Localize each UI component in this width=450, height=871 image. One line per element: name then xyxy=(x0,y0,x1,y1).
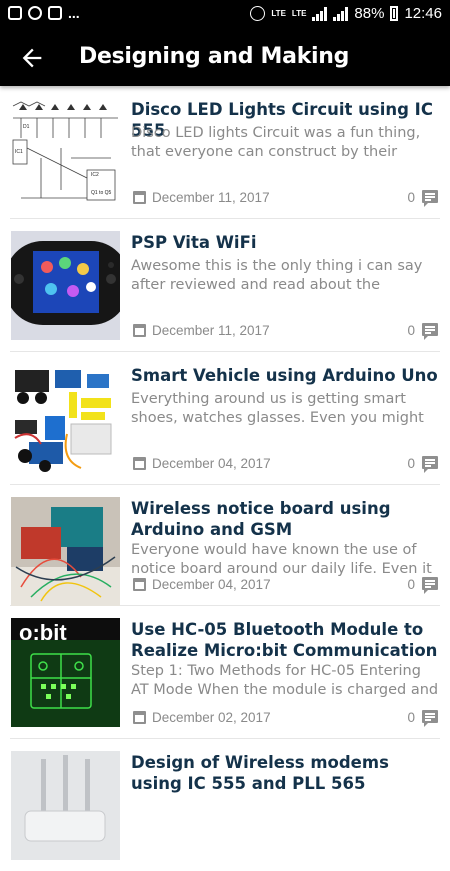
article-date: December 11, 2017 xyxy=(152,323,270,338)
calendar-icon xyxy=(133,711,146,724)
article-item[interactable]: o:bit Use HC-05 Bluetooth Module to Real… xyxy=(10,606,440,739)
calendar-icon xyxy=(133,191,146,204)
calendar-icon xyxy=(133,324,146,337)
article-thumbnail: IC1 IC2 Q1 to Q5 D1 xyxy=(11,98,120,207)
svg-text:Q1 to Q5: Q1 to Q5 xyxy=(91,190,112,196)
calendar-icon xyxy=(133,457,146,470)
article-meta: December 04, 2017 0 xyxy=(131,455,441,473)
article-title[interactable]: Smart Vehicle using Arduino Uno xyxy=(131,365,441,386)
article-item[interactable]: IC1 IC2 Q1 to Q5 D1 Disco LED Lights Circu… xyxy=(10,86,440,219)
article-list: IC1 IC2 Q1 to Q5 D1 Disco LED Lights Circu… xyxy=(0,86,450,871)
comment-count: 0 xyxy=(407,577,415,592)
svg-text:D1: D1 xyxy=(23,124,30,130)
page-title: Designing and Making xyxy=(79,44,350,69)
network-label: LTE xyxy=(291,8,307,18)
article-date: December 04, 2017 xyxy=(152,456,271,471)
article-title[interactable]: Wireless notice board using Arduino and … xyxy=(131,498,441,540)
back-arrow-icon[interactable] xyxy=(18,44,46,72)
article-item[interactable]: Design of Wireless modems using IC 555 a… xyxy=(10,739,440,871)
svg-text:o:bit: o:bit xyxy=(19,620,67,645)
article-title[interactable]: PSP Vita WiFi xyxy=(131,232,441,253)
article-thumbnail xyxy=(11,497,120,606)
volte-label: LTE xyxy=(271,8,286,18)
article-date: December 04, 2017 xyxy=(152,577,271,592)
article-excerpt: Step 1: Two Methods for HC-05 Entering A… xyxy=(131,663,439,698)
svg-text:IC1: IC1 xyxy=(15,149,23,155)
comment-icon[interactable] xyxy=(422,577,438,594)
svg-text:IC2: IC2 xyxy=(91,172,99,178)
comment-count: 0 xyxy=(407,323,415,338)
article-excerpt: Awesome this is the only thing i can say… xyxy=(131,258,423,293)
article-title[interactable]: Design of Wireless modems using IC 555 a… xyxy=(131,752,441,794)
article-excerpt: Everyone would have known the use of not… xyxy=(131,542,432,577)
comment-icon[interactable] xyxy=(422,710,438,727)
article-excerpt: Disco LED lights Circuit was a fun thing… xyxy=(131,125,421,160)
article-meta: December 11, 2017 0 xyxy=(131,322,441,340)
article-item[interactable]: Smart Vehicle using Arduino Uno Everythi… xyxy=(10,352,440,485)
article-thumbnail xyxy=(11,364,120,473)
sim-icon xyxy=(250,6,266,21)
article-meta: December 04, 2017 0 xyxy=(131,576,441,594)
gallery-icon xyxy=(8,6,22,20)
article-date: December 11, 2017 xyxy=(152,190,270,205)
signal-icon-2 xyxy=(333,6,349,21)
clock: 12:46 xyxy=(404,5,442,22)
comment-icon[interactable] xyxy=(422,456,438,473)
article-title[interactable]: Use HC-05 Bluetooth Module to Realize Mi… xyxy=(131,619,441,661)
article-date: December 02, 2017 xyxy=(152,710,271,725)
article-meta: December 11, 2017 0 xyxy=(131,189,441,207)
article-item[interactable]: PSP Vita WiFi Awesome this is the only t… xyxy=(10,219,440,352)
battery-percent: 88% xyxy=(354,5,385,22)
article-thumbnail xyxy=(11,231,120,340)
signal-icon xyxy=(312,6,328,21)
article-thumbnail xyxy=(11,751,120,860)
app-bar: Designing and Making xyxy=(0,30,450,86)
more-notifications: ... xyxy=(68,5,80,21)
article-meta: December 02, 2017 0 xyxy=(131,709,441,727)
comment-count: 0 xyxy=(407,190,415,205)
comment-count: 0 xyxy=(407,456,415,471)
article-excerpt: Everything around us is getting smart sh… xyxy=(131,391,424,426)
article-item[interactable]: Wireless notice board using Arduino and … xyxy=(10,485,440,606)
comment-count: 0 xyxy=(407,710,415,725)
calendar-icon xyxy=(133,578,146,591)
comment-icon[interactable] xyxy=(422,323,438,340)
notification-icons: ... xyxy=(8,6,80,20)
status-bar: ... LTE LTE 88% 12:46 xyxy=(0,0,450,30)
comment-icon[interactable] xyxy=(422,190,438,207)
article-thumbnail: o:bit xyxy=(11,618,120,727)
gmail-icon xyxy=(48,6,62,20)
battery-icon xyxy=(390,6,399,21)
system-status: LTE LTE 88% 12:46 xyxy=(250,5,442,22)
whatsapp-icon xyxy=(28,6,42,20)
